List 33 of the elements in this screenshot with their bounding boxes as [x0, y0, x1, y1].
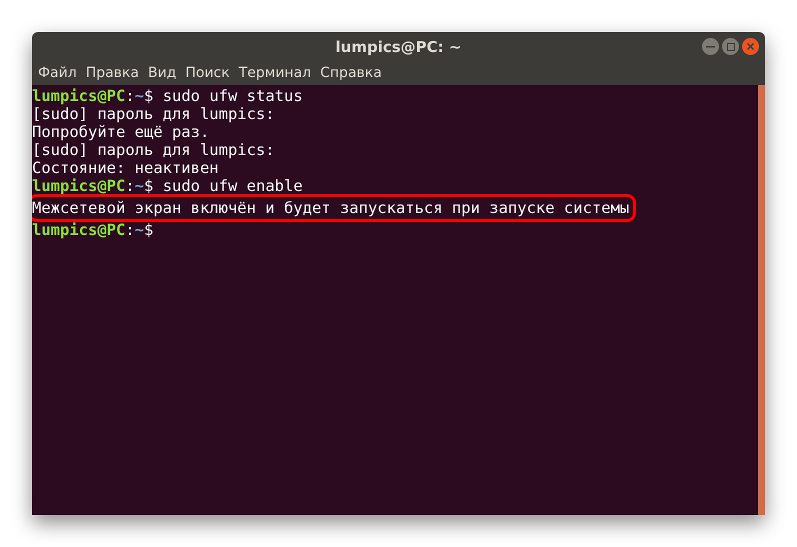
prompt-user: lumpics@PC [32, 221, 126, 239]
maximize-button[interactable] [722, 38, 739, 55]
window-title: lumpics@PC: ~ [336, 36, 462, 58]
prompt-user: lumpics@PC [32, 177, 126, 195]
prompt-path: ~ [134, 87, 144, 105]
scrollbar[interactable] [758, 85, 765, 515]
menu-item[interactable]: Правка [86, 63, 139, 84]
prompt-separator: : [125, 221, 135, 239]
minimize-button[interactable] [702, 38, 719, 55]
menu-item[interactable]: Вид [148, 63, 176, 84]
command-text: sudo ufw enable [162, 177, 303, 195]
menu-item[interactable]: Файл [38, 63, 77, 84]
output-line: Состояние: неактивен [32, 159, 219, 177]
maximize-icon [726, 42, 734, 50]
prompt-symbol: $ [144, 221, 154, 239]
prompt-user: lumpics@PC [32, 87, 126, 105]
prompt-path: ~ [134, 177, 144, 195]
minimize-icon [706, 46, 715, 48]
close-icon [747, 43, 754, 50]
prompt-path: ~ [134, 221, 144, 239]
output-line: Межсетевой экран включён и будет запускаться при запуске системы [32, 199, 630, 217]
output-line: Попробуйте ещё раз. [32, 123, 210, 141]
menu-item[interactable]: Поиск [185, 63, 230, 84]
prompt-symbol: $ [144, 87, 154, 105]
prompt-separator: : [125, 87, 135, 105]
prompt-symbol: $ [144, 177, 154, 195]
close-button[interactable] [742, 38, 759, 55]
prompt-separator: : [125, 177, 135, 195]
command-text: sudo ufw status [162, 87, 303, 105]
output-line: [sudo] пароль для lumpics: [32, 105, 275, 123]
output-line: [sudo] пароль для lumpics: [32, 141, 275, 159]
menu-item[interactable]: Справка [320, 63, 382, 84]
menu-item[interactable]: Терминал [238, 63, 312, 84]
